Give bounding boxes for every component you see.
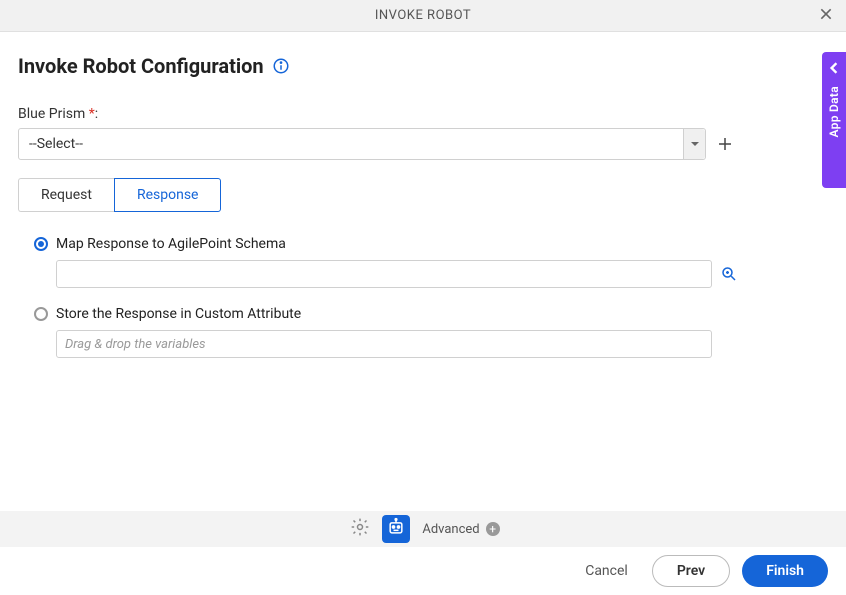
radio-store-custom[interactable] xyxy=(34,307,48,321)
robot-button[interactable] xyxy=(382,515,410,543)
advanced-label: Advanced xyxy=(422,522,479,537)
app-data-label: App Data xyxy=(827,86,841,137)
advanced-toggle[interactable]: Advanced + xyxy=(422,522,499,537)
close-icon xyxy=(818,6,834,26)
close-button[interactable] xyxy=(816,6,836,26)
page-title-row: Invoke Robot Configuration xyxy=(18,54,828,78)
content-area: Invoke Robot Configuration Blue Prism *:… xyxy=(0,32,846,358)
select-value: --Select-- xyxy=(19,136,683,152)
radio-map-schema[interactable] xyxy=(34,237,48,251)
finish-button[interactable]: Finish xyxy=(742,555,828,587)
schema-search-icon[interactable] xyxy=(720,265,738,283)
blue-prism-label: Blue Prism *: xyxy=(18,106,828,122)
title-bar: INVOKE ROBOT xyxy=(0,0,846,32)
store-custom-row: Store the Response in Custom Attribute xyxy=(34,306,828,322)
page-title: Invoke Robot Configuration xyxy=(18,54,264,78)
settings-button[interactable] xyxy=(346,515,374,543)
tab-request[interactable]: Request xyxy=(18,178,114,212)
chevron-left-icon xyxy=(828,62,840,86)
response-options: Map Response to AgilePoint Schema Store … xyxy=(18,236,828,358)
plus-circle-icon: + xyxy=(486,522,500,536)
gear-icon xyxy=(350,517,370,541)
add-button[interactable] xyxy=(716,135,734,153)
bottom-toolbar: Advanced + xyxy=(0,511,846,547)
blue-prism-row: Blue Prism *: --Select-- xyxy=(18,106,828,160)
app-data-panel-toggle[interactable]: App Data xyxy=(822,52,846,188)
store-custom-label: Store the Response in Custom Attribute xyxy=(56,306,301,322)
info-icon[interactable] xyxy=(272,57,290,75)
window-title: INVOKE ROBOT xyxy=(375,8,471,23)
map-schema-row: Map Response to AgilePoint Schema xyxy=(34,236,828,252)
robot-icon xyxy=(386,517,406,541)
map-schema-label: Map Response to AgilePoint Schema xyxy=(56,236,286,252)
map-schema-input[interactable] xyxy=(56,260,712,288)
select-row: --Select-- xyxy=(18,128,828,160)
tab-response[interactable]: Response xyxy=(114,178,222,212)
prev-button[interactable]: Prev xyxy=(652,555,730,587)
cancel-button[interactable]: Cancel xyxy=(573,555,640,587)
blue-prism-select[interactable]: --Select-- xyxy=(18,128,706,160)
map-schema-input-row xyxy=(56,260,828,288)
store-custom-input-row xyxy=(56,330,828,358)
tab-bar: Request Response xyxy=(18,178,828,212)
chevron-down-icon xyxy=(683,129,705,159)
store-custom-input[interactable] xyxy=(56,330,712,358)
footer: Cancel Prev Finish xyxy=(0,547,846,595)
